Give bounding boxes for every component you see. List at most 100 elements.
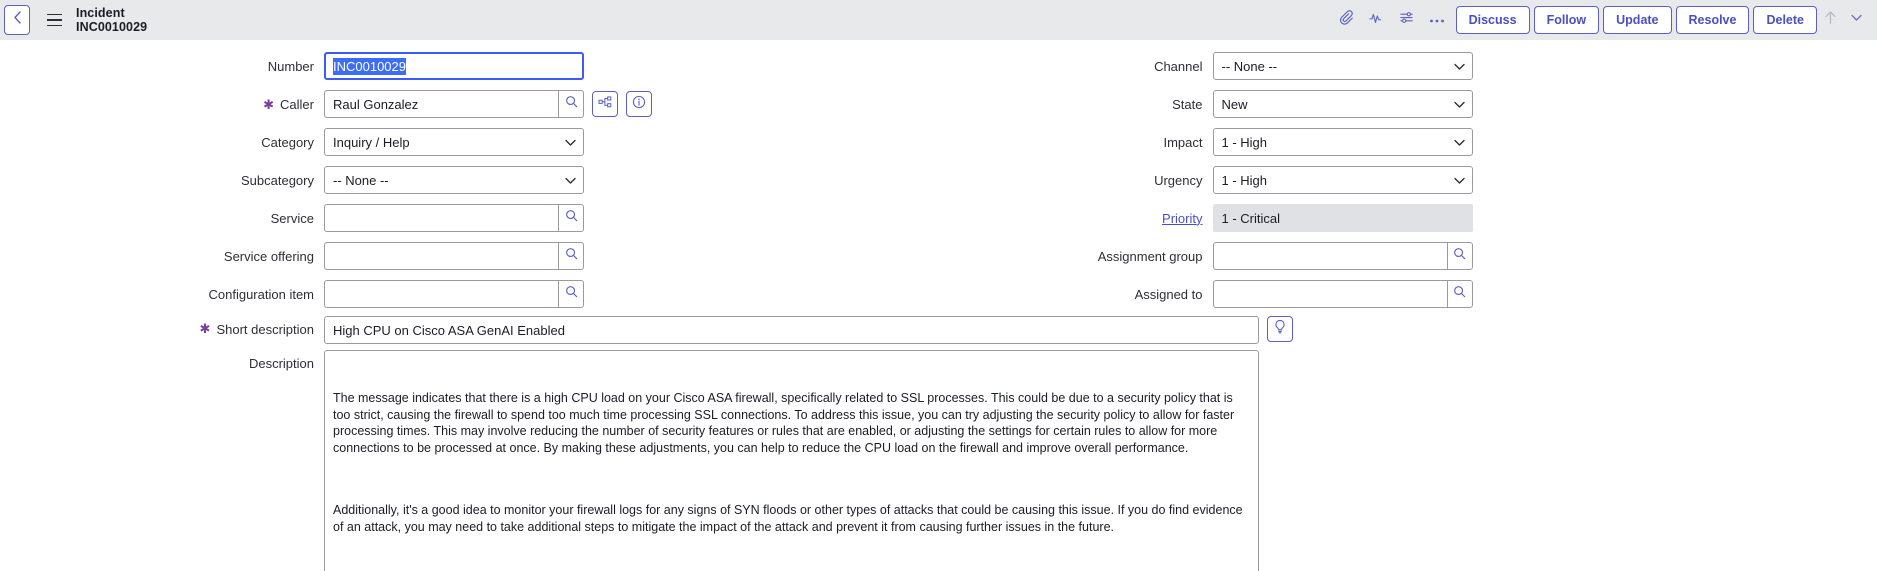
state-select[interactable]: New xyxy=(1212,90,1473,118)
required-asterisk-icon: ✱ xyxy=(199,321,211,336)
caller-info-button[interactable] xyxy=(626,91,652,117)
field-row-number: Number INC0010029 xyxy=(0,50,939,82)
field-row-description: Description The message indicates that t… xyxy=(0,350,1877,571)
state-select-value: New xyxy=(1221,96,1248,112)
number-input[interactable]: INC0010029 xyxy=(324,52,584,80)
label-urgency-text: Urgency xyxy=(1154,172,1203,188)
control-service xyxy=(324,204,584,232)
label-configuration-item-text: Configuration item xyxy=(208,286,315,302)
form-column-right: Channel -- None -- State New Impact 1 - … xyxy=(939,50,1877,316)
search-icon xyxy=(1453,247,1466,265)
priority-label-link[interactable]: Priority xyxy=(1162,211,1202,226)
label-assigned-to: Assigned to xyxy=(939,287,1213,302)
search-icon xyxy=(565,209,578,227)
field-row-configuration-item: Configuration item xyxy=(0,278,939,310)
category-select[interactable]: Inquiry / Help xyxy=(324,128,584,156)
urgency-select[interactable]: 1 - High xyxy=(1212,166,1473,194)
chevron-down-icon xyxy=(565,135,576,150)
more-actions-icon xyxy=(1429,11,1445,29)
chevron-down-icon xyxy=(1453,59,1465,74)
assigned-to-input[interactable] xyxy=(1212,280,1447,308)
lightbulb-icon xyxy=(1273,319,1287,339)
control-impact: 1 - High xyxy=(1212,128,1473,156)
incident-form: Number INC0010029 ✱ Caller Raul Gonzalez xyxy=(0,40,1877,571)
chevron-down-icon xyxy=(1453,97,1465,112)
field-row-state: State New xyxy=(939,88,1877,120)
more-actions-button[interactable] xyxy=(1422,5,1452,35)
chevron-down-icon xyxy=(1453,135,1465,150)
label-description-text: Description xyxy=(248,356,314,371)
label-channel-text: Channel xyxy=(1154,58,1203,74)
urgency-select-value: 1 - High xyxy=(1221,172,1268,188)
label-service-offering: Service offering xyxy=(0,249,324,264)
short-description-input[interactable]: High CPU on Cisco ASA GenAI Enabled xyxy=(324,316,1259,344)
label-assignment-group-text: Assignment group xyxy=(1097,248,1203,264)
impact-select[interactable]: 1 - High xyxy=(1212,128,1473,156)
label-urgency: Urgency xyxy=(939,173,1213,188)
service-offering-input[interactable] xyxy=(324,242,558,270)
control-priority: 1 - Critical xyxy=(1212,204,1473,232)
label-number: Number xyxy=(0,59,324,74)
label-description: Description xyxy=(0,350,324,371)
update-button[interactable]: Update xyxy=(1603,6,1672,34)
configuration-item-input[interactable] xyxy=(324,280,558,308)
search-icon xyxy=(565,285,578,303)
info-circle-icon xyxy=(632,95,646,114)
search-icon xyxy=(1453,285,1466,303)
caller-lookup-button[interactable] xyxy=(558,90,584,118)
service-lookup-button[interactable] xyxy=(558,204,584,232)
configuration-item-lookup-button[interactable] xyxy=(558,280,584,308)
description-textarea[interactable]: The message indicates that there is a hi… xyxy=(324,350,1259,571)
label-service-text: Service xyxy=(270,210,314,226)
short-description-suggestions-button[interactable] xyxy=(1267,316,1293,342)
chevron-down-icon xyxy=(1453,173,1465,188)
assignment-group-lookup-button[interactable] xyxy=(1446,242,1473,270)
label-channel: Channel xyxy=(939,59,1213,74)
hamburger-menu-button[interactable] xyxy=(40,5,68,35)
chevron-down-icon xyxy=(565,173,576,188)
service-offering-lookup-button[interactable] xyxy=(558,242,584,270)
control-assignment-group xyxy=(1212,242,1473,270)
previous-record-button[interactable] xyxy=(1817,5,1843,35)
label-impact: Impact xyxy=(939,135,1213,150)
delete-button[interactable]: Delete xyxy=(1753,6,1817,34)
form-columns: Number INC0010029 ✱ Caller Raul Gonzalez xyxy=(0,50,1877,316)
assigned-to-lookup-button[interactable] xyxy=(1446,280,1473,308)
category-select-value: Inquiry / Help xyxy=(333,134,410,150)
label-assigned-to-text: Assigned to xyxy=(1134,286,1203,302)
resolve-button[interactable]: Resolve xyxy=(1675,6,1750,34)
field-row-service-offering: Service offering xyxy=(0,240,939,272)
control-assigned-to xyxy=(1212,280,1473,308)
page-title: Incident INC0010029 xyxy=(76,6,147,34)
discuss-button[interactable]: Discuss xyxy=(1455,6,1530,34)
service-input[interactable] xyxy=(324,204,558,232)
assignment-group-input[interactable] xyxy=(1212,242,1447,270)
form-settings-button[interactable] xyxy=(1392,5,1422,35)
chevron-down-icon xyxy=(1850,11,1863,29)
short-description-input-value: High CPU on Cisco ASA GenAI Enabled xyxy=(333,322,565,338)
channel-select-value: -- None -- xyxy=(1221,58,1278,74)
control-number: INC0010029 xyxy=(324,52,584,80)
control-subcategory: -- None -- xyxy=(324,166,584,194)
subcategory-select[interactable]: -- None -- xyxy=(324,166,584,194)
activity-stream-button[interactable] xyxy=(1362,5,1392,35)
label-short-description: ✱ Short description xyxy=(0,316,324,337)
activity-stream-icon xyxy=(1368,11,1385,30)
caller-input[interactable]: Raul Gonzalez xyxy=(324,90,558,118)
record-number-label: INC0010029 xyxy=(76,20,148,34)
next-record-button[interactable] xyxy=(1843,5,1869,35)
field-row-assigned-to: Assigned to xyxy=(939,278,1877,310)
label-assignment-group: Assignment group xyxy=(939,249,1213,264)
back-button[interactable] xyxy=(4,5,30,35)
attachment-icon xyxy=(1339,10,1354,30)
label-state: State xyxy=(939,97,1213,112)
required-asterisk-icon: ✱ xyxy=(263,96,275,112)
channel-select[interactable]: -- None -- xyxy=(1212,52,1473,80)
attachment-button[interactable] xyxy=(1332,5,1362,35)
caller-org-chart-button[interactable] xyxy=(592,91,618,117)
field-row-category: Category Inquiry / Help xyxy=(0,126,939,158)
label-service: Service xyxy=(0,211,324,226)
field-row-assignment-group: Assignment group xyxy=(939,240,1877,272)
follow-button[interactable]: Follow xyxy=(1533,6,1600,34)
field-row-urgency: Urgency 1 - High xyxy=(939,164,1877,196)
